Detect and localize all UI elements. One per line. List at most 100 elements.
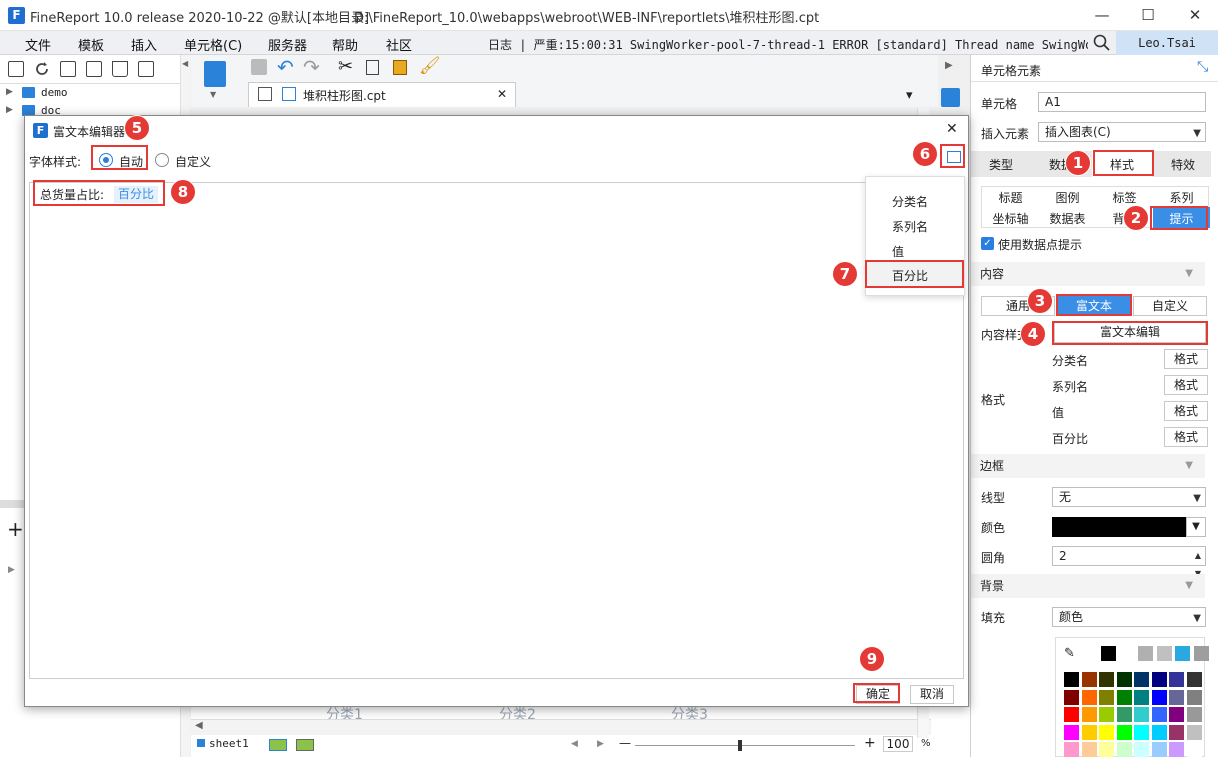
content-section-header[interactable]: 内容 ▼ (971, 262, 1205, 286)
zoom-input[interactable]: 100 (883, 736, 913, 752)
custom-radio[interactable] (155, 153, 169, 167)
linetype-select[interactable]: 无 ▼ (1052, 487, 1206, 507)
color-swatch[interactable] (1099, 672, 1114, 687)
color-swatch[interactable] (1134, 742, 1149, 757)
collapse-right-icon[interactable]: ▶ (945, 60, 953, 71)
color-swatch[interactable] (1151, 707, 1167, 722)
background-section-header[interactable]: 背景 ▼ (971, 574, 1205, 598)
color-swatch[interactable] (1081, 707, 1097, 722)
menu-cell[interactable]: 单元格(C) (184, 35, 242, 54)
undo-icon[interactable]: ↶ (277, 55, 294, 79)
collapse-icon[interactable]: ▼ (1185, 574, 1193, 598)
tree-item-demo[interactable]: demo (41, 86, 68, 99)
pin-icon[interactable]: ⤡ (1197, 59, 1208, 75)
zoom-out-button[interactable]: — (619, 736, 631, 750)
copy-icon[interactable] (138, 61, 154, 77)
collapse-icon[interactable]: ▼ (1185, 454, 1193, 478)
subtab-axis[interactable]: 坐标轴 (982, 210, 1039, 227)
user-name[interactable]: Leo.Tsai (1116, 31, 1218, 55)
zoom-slider[interactable] (635, 745, 855, 746)
border-section-header[interactable]: 边框 ▼ (971, 454, 1205, 478)
color-swatch[interactable] (1052, 517, 1186, 537)
color-swatch[interactable] (1151, 742, 1167, 757)
menu-file[interactable]: 文件 (25, 35, 51, 54)
cut-icon[interactable]: ✂ (338, 56, 353, 77)
color-swatch[interactable] (1064, 707, 1079, 722)
color-swatch[interactable] (1099, 742, 1114, 757)
color-swatch[interactable] (1134, 724, 1149, 740)
tab-close-icon[interactable]: ✕ (497, 87, 507, 101)
expand-icon[interactable]: ▶ (8, 565, 15, 575)
menu-community[interactable]: 社区 (386, 35, 412, 54)
color-swatch[interactable] (1156, 646, 1172, 661)
color-swatch[interactable] (1134, 672, 1149, 687)
color-swatch[interactable] (1101, 646, 1116, 661)
tab-effect[interactable]: 特效 (1153, 156, 1213, 173)
chevron-down-icon[interactable]: ▼ (1193, 490, 1201, 508)
color-swatch[interactable] (1116, 707, 1132, 722)
color-swatch[interactable] (1099, 689, 1114, 705)
expand-doc-icon[interactable]: ▶ (6, 105, 13, 115)
color-swatch[interactable] (1169, 742, 1184, 757)
color-palette[interactable]: ✎ (1055, 637, 1209, 757)
color-swatch[interactable] (1138, 646, 1153, 661)
color-swatch[interactable] (1064, 742, 1079, 757)
eyedropper-icon[interactable]: ✎ (1064, 646, 1075, 661)
color-swatch[interactable] (1064, 672, 1079, 687)
color-swatch[interactable] (1081, 742, 1097, 757)
subtab-datasheet[interactable]: 数据表 (1039, 210, 1096, 227)
refresh-icon[interactable] (33, 60, 51, 78)
copy-icon[interactable] (366, 60, 379, 75)
fill-select[interactable]: 颜色 ▼ (1052, 607, 1206, 627)
menu-template[interactable]: 模板 (78, 35, 104, 54)
chevron-down-icon[interactable]: ▼ (1186, 517, 1206, 537)
insert-element-select[interactable]: 插入图表(C) ▼ (1038, 122, 1206, 142)
maximize-button[interactable]: ☐ (1137, 4, 1159, 26)
format-category-button[interactable]: 格式 (1164, 349, 1208, 369)
color-swatch[interactable] (1186, 707, 1202, 722)
search-icon[interactable] (1093, 34, 1111, 52)
color-swatch[interactable] (1119, 646, 1135, 661)
tab-list-icon[interactable]: ▾ (906, 88, 913, 103)
color-swatch[interactable] (1151, 689, 1167, 705)
color-swatch[interactable] (1116, 724, 1132, 740)
color-swatch[interactable] (1099, 724, 1114, 740)
color-swatch[interactable] (1081, 689, 1097, 705)
field-option-series[interactable]: 系列名 (892, 218, 928, 235)
open-icon[interactable] (60, 61, 76, 77)
color-swatch[interactable] (1081, 672, 1097, 687)
color-swatch[interactable] (1116, 742, 1132, 757)
subtab-series[interactable]: 系列 (1153, 189, 1210, 206)
chevron-down-icon[interactable]: ▼ (1193, 125, 1201, 143)
collapse-icon[interactable]: ▼ (1185, 262, 1193, 286)
color-swatch[interactable] (1186, 689, 1202, 705)
minimize-button[interactable]: — (1091, 4, 1113, 26)
settings-icon[interactable] (86, 61, 102, 77)
color-swatch[interactable] (1186, 742, 1202, 757)
zoom-in-button[interactable]: + (864, 735, 876, 751)
color-swatch[interactable] (1134, 707, 1149, 722)
color-swatch[interactable] (1169, 689, 1184, 705)
dialog-close-icon[interactable]: ✕ (946, 121, 958, 137)
new-folder-icon[interactable] (8, 61, 24, 77)
rich-text-area[interactable]: 总货量占比: 百分比 (29, 182, 964, 679)
color-swatch[interactable] (1175, 646, 1190, 661)
menu-server[interactable]: 服务器 (268, 35, 307, 54)
expand-demo-icon[interactable]: ▶ (6, 87, 13, 97)
color-swatch[interactable] (1169, 724, 1184, 740)
sheet-tab[interactable]: sheet1 (209, 737, 249, 750)
next-page-icon[interactable]: ▶ (597, 739, 604, 749)
add-icon[interactable]: + (7, 517, 24, 541)
color-swatch[interactable] (1081, 724, 1097, 740)
cell-element-panel-icon[interactable] (941, 88, 960, 107)
tab-type[interactable]: 类型 (971, 156, 1031, 173)
color-swatch[interactable] (1064, 724, 1079, 740)
menu-insert[interactable]: 插入 (131, 35, 157, 54)
color-swatch[interactable] (1193, 646, 1209, 661)
color-swatch[interactable] (1116, 689, 1132, 705)
prev-page-icon[interactable]: ◀ (571, 739, 578, 749)
paste-icon[interactable] (393, 60, 407, 75)
redo-icon[interactable]: ↷ (303, 55, 320, 79)
subtab-label[interactable]: 标签 (1096, 189, 1153, 206)
chevron-down-icon[interactable]: ▼ (1193, 610, 1201, 628)
